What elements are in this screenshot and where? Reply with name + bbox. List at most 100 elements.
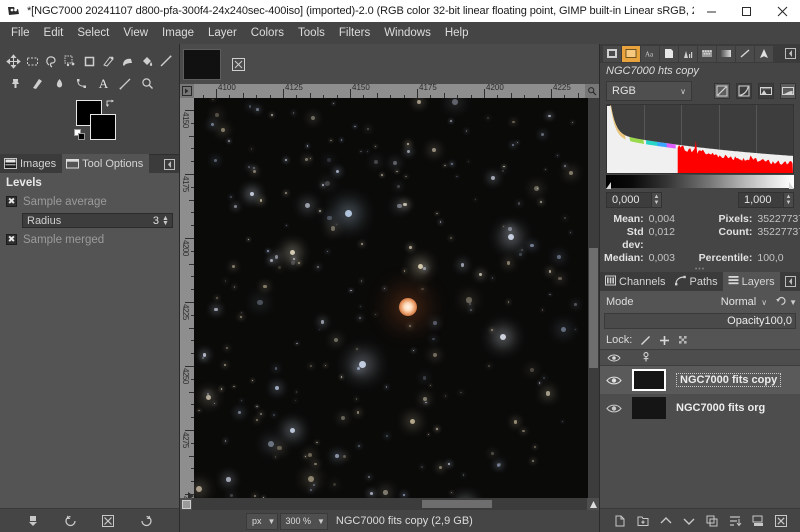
opacity-slider[interactable]: Opacity 100,0 <box>604 313 796 329</box>
tab-tool-options[interactable]: Tool Options <box>62 154 150 173</box>
move-tool-icon[interactable] <box>4 50 23 72</box>
warp-transform-tool-icon[interactable] <box>118 50 137 72</box>
text-tool-icon[interactable]: A <box>92 72 114 94</box>
histogram-gradient-strip[interactable] <box>606 175 794 189</box>
lock-alpha-icon[interactable] <box>677 334 689 346</box>
layer-visibility-icon[interactable] <box>606 373 622 387</box>
lower-layer-icon[interactable] <box>680 512 698 530</box>
delete-tool-preset-icon[interactable] <box>99 512 117 530</box>
range-low-spinner[interactable]: 0,000 ▲ ▼ <box>606 192 662 208</box>
merge-down-icon[interactable] <box>749 512 767 530</box>
save-tool-preset-icon[interactable] <box>24 512 42 530</box>
smudge-tool-icon[interactable] <box>26 72 48 94</box>
zoom-tool-icon[interactable] <box>136 72 158 94</box>
tab-documents-icon[interactable] <box>660 45 678 62</box>
menu-layer[interactable]: Layer <box>201 23 244 43</box>
input-high-handle[interactable] <box>789 182 794 189</box>
range-high-spinner[interactable]: 1,000 ▲ ▼ <box>738 192 794 208</box>
layer-thumbnail[interactable] <box>632 397 666 419</box>
menu-filters[interactable]: Filters <box>332 23 377 43</box>
raise-layer-icon[interactable] <box>657 512 675 530</box>
tab-layers[interactable]: Layers <box>722 272 780 291</box>
menu-help[interactable]: Help <box>438 23 476 43</box>
tab-histogram-icon[interactable] <box>679 45 697 62</box>
ruler-origin-icon[interactable] <box>180 84 194 98</box>
delete-layer-icon[interactable] <box>772 512 790 530</box>
rectangle-select-tool-icon[interactable] <box>23 50 42 72</box>
lock-position-icon[interactable] <box>658 334 670 346</box>
histogram-chart[interactable] <box>606 104 794 174</box>
vertical-ruler[interactable]: 4150417542004225425042754300 <box>180 98 194 498</box>
minimize-button[interactable] <box>694 0 729 22</box>
tab-gradients-icon[interactable] <box>717 45 735 62</box>
radius-stepper[interactable]: ▲ ▼ <box>162 215 172 227</box>
layer-name[interactable]: NGC7000 fits org <box>676 402 765 414</box>
quick-mask-icon[interactable] <box>180 498 192 510</box>
image-thumbnail[interactable] <box>183 48 221 80</box>
clone-tool-icon[interactable] <box>4 72 26 94</box>
sample-average-checkbox[interactable]: ✖ <box>6 196 17 207</box>
histogram-view-button-2[interactable] <box>780 83 796 99</box>
canvas-horizontal-scrollbar[interactable] <box>192 498 587 510</box>
tab-device-status-icon[interactable] <box>622 45 640 62</box>
new-layer-icon[interactable] <box>611 512 629 530</box>
layer-thumbnail[interactable] <box>632 369 666 391</box>
revert-mode-icon[interactable] <box>775 295 787 310</box>
layer-row-1[interactable]: NGC7000 fits org <box>600 394 800 422</box>
tab-tool-options-icon[interactable] <box>603 45 621 62</box>
menu-colors[interactable]: Colors <box>244 23 291 43</box>
layer-name[interactable]: NGC7000 fits copy <box>676 373 782 387</box>
logarithmic-histogram-button[interactable] <box>736 83 752 99</box>
gradient-tool-icon[interactable] <box>156 50 175 72</box>
horizontal-ruler[interactable]: 4100412541504175420042254250 <box>194 84 585 98</box>
menu-image[interactable]: Image <box>155 23 201 43</box>
zoom-image-icon[interactable] <box>585 84 599 98</box>
zoom-select[interactable]: 300 % ▼ <box>280 512 328 530</box>
unit-select[interactable]: px ▼ <box>246 512 279 530</box>
layer-mode-revert[interactable]: ▼ <box>775 295 797 310</box>
range-high-stepper[interactable]: ▲ ▼ <box>784 192 794 208</box>
tab-images[interactable]: Images <box>0 154 63 173</box>
horizontal-scrollbar-thumb[interactable] <box>422 500 492 508</box>
fuzzy-select-tool-icon[interactable] <box>61 50 80 72</box>
menu-tools[interactable]: Tools <box>291 23 332 43</box>
anchor-layer-icon[interactable] <box>726 512 744 530</box>
free-select-tool-icon[interactable] <box>42 50 61 72</box>
canvas-vertical-scrollbar[interactable] <box>588 98 599 498</box>
navigation-preview-icon[interactable] <box>587 498 599 510</box>
tab-fonts-icon[interactable]: Aa <box>641 45 659 62</box>
chevron-down-icon[interactable]: ▼ <box>789 298 797 307</box>
layer-row-0[interactable]: NGC7000 fits copy <box>600 366 800 394</box>
linear-histogram-button[interactable] <box>714 83 730 99</box>
transform-tool-icon[interactable] <box>99 50 118 72</box>
tab-channels[interactable]: Channels <box>600 272 671 291</box>
radius-spinner[interactable]: Radius 3 ▲ ▼ <box>22 213 173 228</box>
reset-tool-options-icon[interactable] <box>137 512 155 530</box>
reset-colors-icon[interactable] <box>74 129 86 141</box>
duplicate-layer-icon[interactable] <box>703 512 721 530</box>
channel-select[interactable]: RGB ∨ <box>606 81 692 101</box>
crop-tool-icon[interactable] <box>80 50 99 72</box>
vertical-scrollbar-thumb[interactable] <box>589 248 598 368</box>
swap-colors-icon[interactable] <box>105 98 116 109</box>
range-low-stepper[interactable]: ▲ ▼ <box>652 192 662 208</box>
image-canvas[interactable] <box>194 98 588 498</box>
tab-pointer-icon[interactable] <box>755 45 773 62</box>
layer-mode-select[interactable]: Normal ∨ <box>638 296 772 308</box>
restore-tool-preset-icon[interactable] <box>62 512 80 530</box>
dock-menu-icon[interactable] <box>164 159 175 170</box>
background-color-swatch[interactable] <box>90 114 116 140</box>
menu-file[interactable]: File <box>4 23 37 43</box>
new-layer-group-icon[interactable] <box>634 512 652 530</box>
close-view-icon[interactable] <box>228 54 248 74</box>
close-button[interactable] <box>764 0 800 22</box>
dock-menu-icon[interactable] <box>785 48 796 59</box>
menu-select[interactable]: Select <box>70 23 116 43</box>
dock-menu-icon[interactable] <box>785 276 796 287</box>
measure-tool-icon[interactable] <box>114 72 136 94</box>
input-low-handle[interactable] <box>606 182 611 189</box>
menu-edit[interactable]: Edit <box>37 23 71 43</box>
menu-windows[interactable]: Windows <box>377 23 438 43</box>
dodge-burn-tool-icon[interactable] <box>48 72 70 94</box>
tab-paths[interactable]: Paths <box>670 272 723 291</box>
